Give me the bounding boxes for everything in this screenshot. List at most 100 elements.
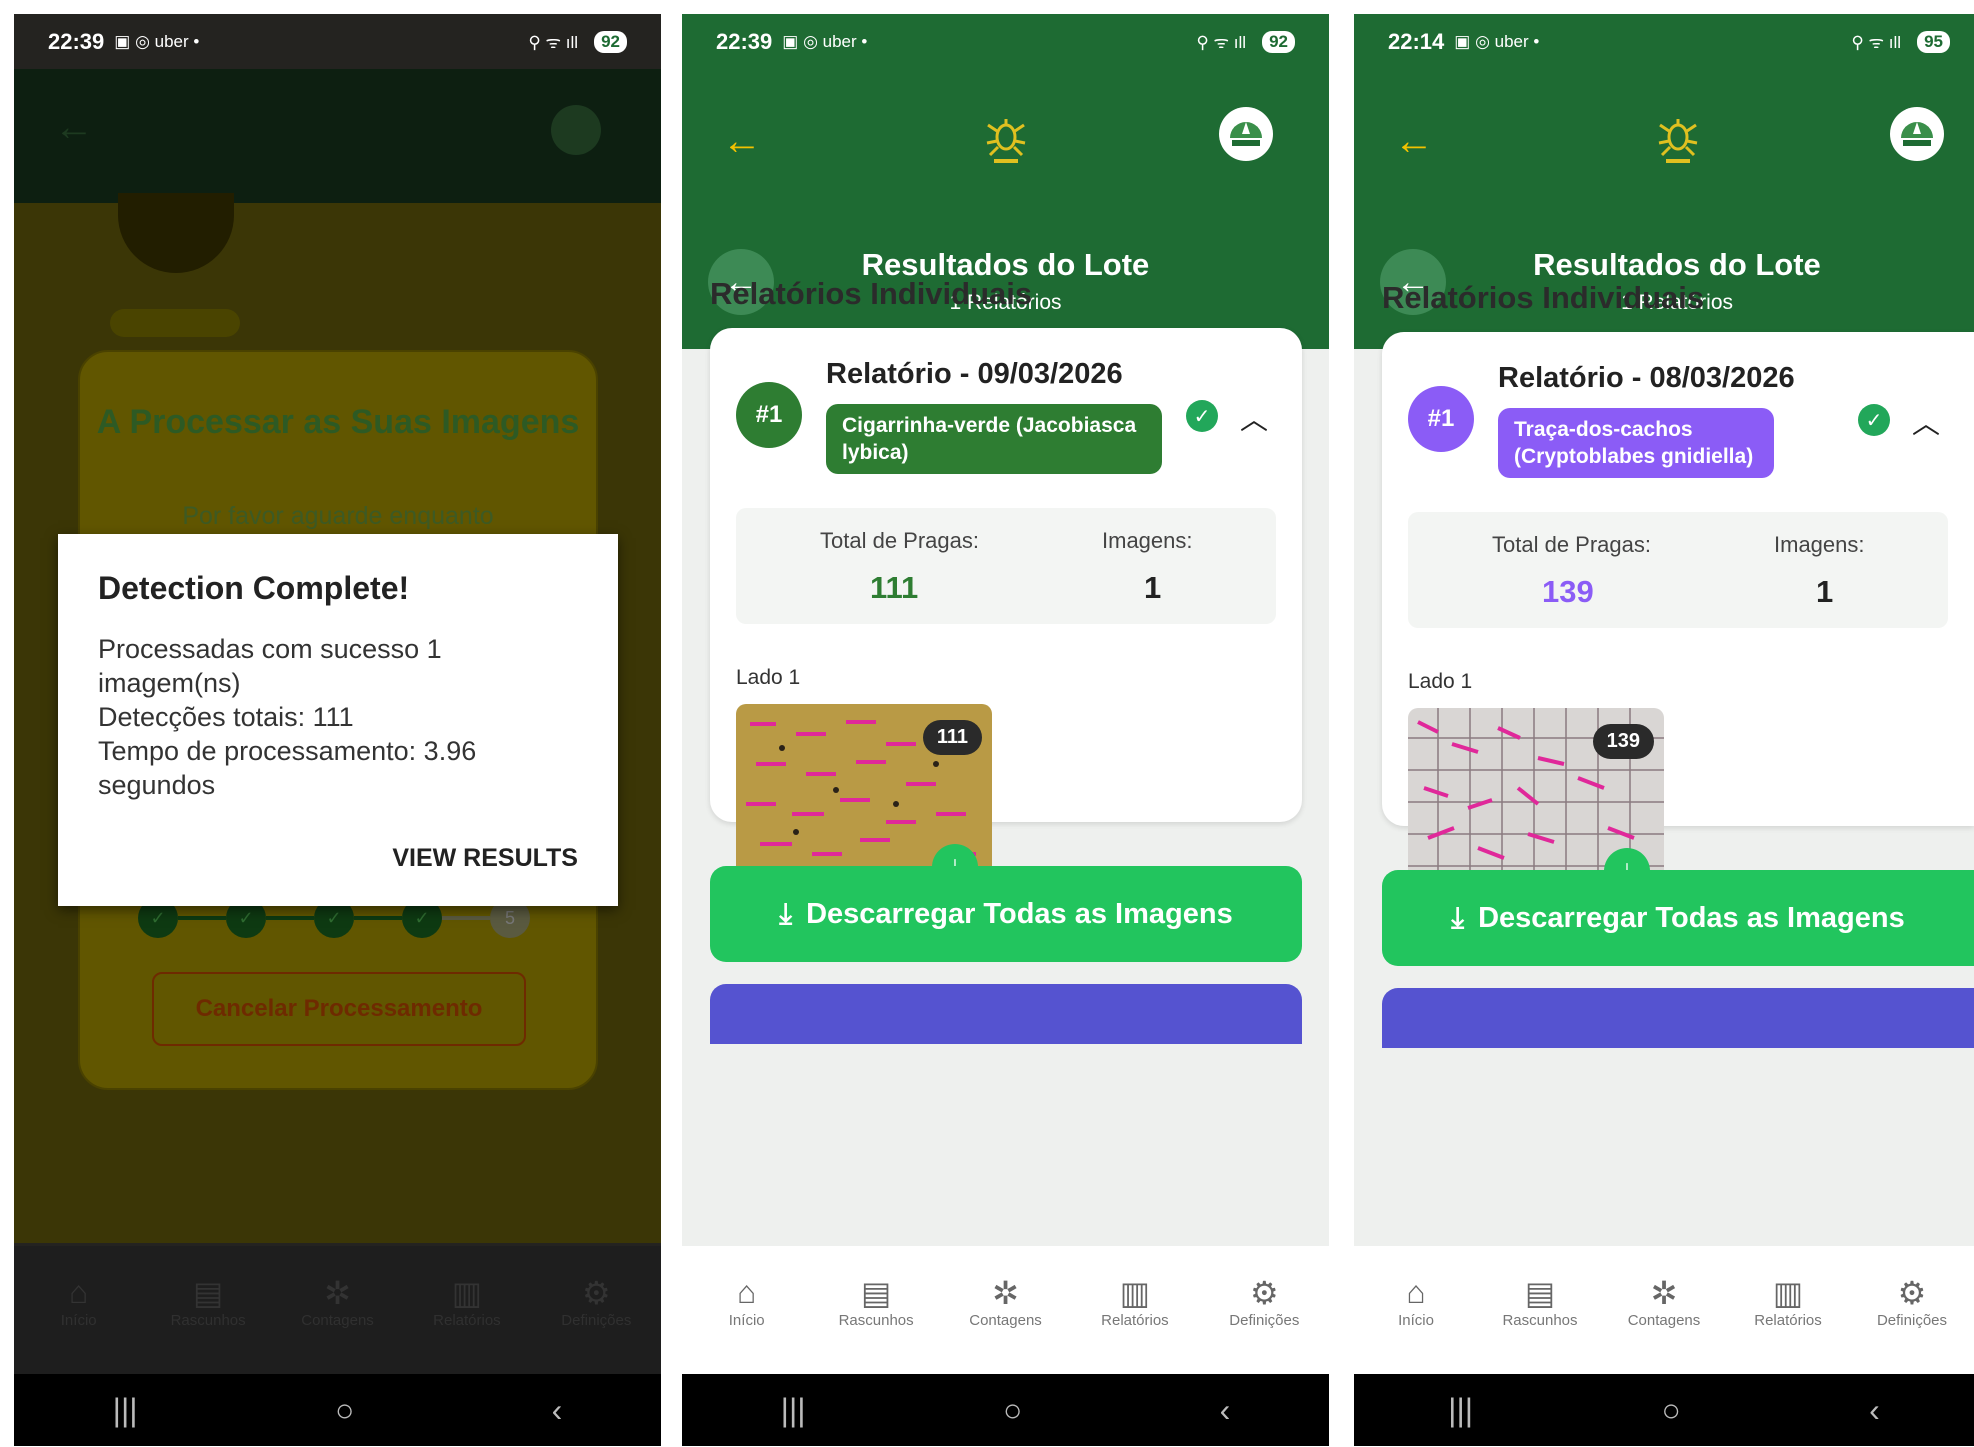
nav-item-reports[interactable]: ▥ Relatórios (1070, 1246, 1199, 1374)
side-label: Lado 1 (1408, 670, 1473, 693)
back-arrow-icon[interactable]: ← (722, 119, 762, 164)
recents-icon[interactable]: ||| (781, 1392, 806, 1429)
back-arrow-icon[interactable]: ← (1394, 119, 1434, 164)
images-value: 1 (1144, 570, 1162, 605)
nav-item-home[interactable]: ⌂ Início (14, 1246, 143, 1374)
nav-item-counts[interactable]: ✲ Contagens (1602, 1246, 1726, 1374)
nav-item-reports[interactable]: ▥ Relatórios (402, 1246, 531, 1374)
pest-tag: Cigarrinha-verde (Jacobiasca lybica) (826, 404, 1162, 474)
home-button-icon[interactable]: ○ (1661, 1392, 1680, 1429)
nav-item-drafts[interactable]: ▤ Rascunhos (811, 1246, 940, 1374)
check-icon: ✓ (1186, 400, 1218, 432)
recents-icon[interactable]: ||| (1448, 1392, 1473, 1429)
system-back-icon[interactable]: ‹ (1220, 1392, 1231, 1429)
bar-chart-icon: ▥ (1119, 1275, 1151, 1311)
nav-item-settings[interactable]: ⚙ Definições (1850, 1246, 1974, 1374)
nav-item-settings[interactable]: ⚙ Definições (1200, 1246, 1329, 1374)
report-stats: Total de Pragas: 111 Imagens: 1 (736, 508, 1276, 624)
upload-chip (110, 309, 240, 337)
brand-logo-icon (1890, 107, 1944, 161)
report-title: Relatório - 09/03/2026 (826, 358, 1123, 390)
home-button-icon[interactable]: ○ (335, 1392, 354, 1429)
cancel-processing-button[interactable]: Cancelar Processamento (152, 972, 526, 1046)
nav-item-home[interactable]: ⌂ Início (1354, 1246, 1478, 1374)
detection-complete-dialog: Detection Complete! Processadas com suce… (58, 534, 618, 906)
chevron-up-icon[interactable]: ︿ (1912, 402, 1940, 442)
gear-icon: ⚙ (1249, 1275, 1279, 1311)
bug-logo-icon (976, 109, 1036, 169)
pest-tag: Traça-dos-cachos (Cryptoblabes gnidiella… (1498, 408, 1774, 478)
download-all-label: Descarregar Todas as Imagens (806, 897, 1233, 930)
status-notification-icons: ▣ ◎ uber • (114, 31, 200, 51)
download-icon: ⤓ (1451, 901, 1465, 934)
status-time: 22:39 (48, 28, 105, 54)
detection-count-badge: 111 (922, 720, 982, 755)
status-time: 22:14 (1388, 28, 1445, 54)
page-title: Resultados do Lote (1533, 247, 1821, 282)
secondary-action-button[interactable] (1382, 988, 1974, 1048)
nav-item-home[interactable]: ⌂ Início (682, 1246, 811, 1374)
total-pests-value: 111 (870, 570, 919, 605)
view-results-button[interactable]: VIEW RESULTS (392, 844, 578, 873)
report-number-badge: #1 (736, 382, 802, 448)
download-all-button[interactable]: ⤓ Descarregar Todas as Imagens (710, 866, 1302, 962)
processing-title: A Processar as Suas Imagens (96, 403, 580, 441)
bug-icon: ✲ (992, 1275, 1019, 1311)
status-bar: 22:39 ▣ ◎ uber • ⚲ ᯤ ıll 92 (682, 14, 1329, 69)
nav-item-reports[interactable]: ▥ Relatórios (1726, 1246, 1850, 1374)
status-notification-icons: ▣ ◎ uber • (1454, 31, 1540, 51)
app-header-dimmed: ← (14, 69, 661, 203)
status-time: 22:39 (716, 28, 773, 54)
status-bar: 22:14 ▣ ◎ uber • ⚲ ᯤ ıll 95 (1354, 14, 1974, 69)
chevron-up-icon[interactable]: ︿ (1240, 398, 1268, 438)
signal-icon: ⚲ ᯤ ıll (1196, 33, 1247, 52)
report-card: #1 Relatório - 09/03/2026 Cigarrinha-ver… (710, 328, 1302, 904)
system-back-icon[interactable]: ‹ (552, 1392, 563, 1429)
battery-indicator: 95 (1917, 30, 1950, 53)
nav-item-settings[interactable]: ⚙ Definições (532, 1246, 661, 1374)
home-button-icon[interactable]: ○ (1003, 1392, 1022, 1429)
system-back-icon[interactable]: ‹ (1869, 1392, 1880, 1429)
download-all-button[interactable]: ⤓ Descarregar Todas as Imagens (1382, 870, 1974, 966)
total-pests-value: 139 (1542, 574, 1594, 609)
bug-icon: ✲ (1650, 1275, 1678, 1311)
report-number-badge: #1 (1408, 386, 1474, 452)
nav-item-drafts[interactable]: ▤ Rascunhos (143, 1246, 272, 1374)
report-title: Relatório - 08/03/2026 (1498, 362, 1795, 394)
signal-icon: ⚲ ᯤ ıll (528, 33, 579, 52)
phone-screen-processing: 22:39 ▣ ◎ uber • ⚲ ᯤ ıll 92 ← A Processa… (14, 14, 661, 1446)
side-label: Lado 1 (736, 666, 801, 689)
bar-chart-icon: ▥ (451, 1275, 483, 1311)
secondary-action-button[interactable] (710, 984, 1302, 1044)
system-nav-bar: ||| ○ ‹ (1354, 1374, 1974, 1446)
check-icon: ✓ (1858, 404, 1890, 436)
status-notification-icons: ▣ ◎ uber • (782, 31, 868, 51)
document-icon: ▤ (1524, 1275, 1556, 1311)
system-nav-bar: ||| ○ ‹ (682, 1374, 1329, 1446)
battery-indicator: 92 (594, 30, 627, 53)
nav-item-counts[interactable]: ✲ Contagens (941, 1246, 1070, 1374)
section-title: Relatórios Individuais (1382, 280, 1705, 315)
images-value: 1 (1816, 574, 1834, 609)
phone-screen-results-purple: 22:14 ▣ ◎ uber • ⚲ ᯤ ıll 95 ← ← Resultad… (1354, 14, 1974, 1446)
report-stats: Total de Pragas: 139 Imagens: 1 (1408, 512, 1948, 628)
phone-screen-results-green: 22:39 ▣ ◎ uber • ⚲ ᯤ ıll 92 ← ← Resultad… (682, 14, 1329, 1446)
home-icon: ⌂ (1406, 1274, 1426, 1310)
back-arrow-icon[interactable]: ← (54, 105, 94, 150)
total-pests-label: Total de Pragas: (820, 528, 979, 553)
download-all-label: Descarregar Todas as Imagens (1478, 901, 1905, 934)
system-nav-bar: ||| ○ ‹ (14, 1374, 661, 1446)
recents-icon[interactable]: ||| (113, 1392, 138, 1429)
signal-icon: ⚲ ᯤ ıll (1851, 33, 1902, 52)
document-icon: ▤ (860, 1275, 892, 1311)
gear-icon: ⚙ (581, 1275, 611, 1311)
document-icon: ▤ (192, 1275, 224, 1311)
bug-icon: ✲ (324, 1275, 351, 1311)
status-bar: 22:39 ▣ ◎ uber • ⚲ ᯤ ıll 92 (14, 14, 661, 69)
bottom-nav-dimmed: ⌂ Início ▤ Rascunhos ✲ Contagens ▥ Relatório… (14, 1246, 661, 1374)
nav-item-counts[interactable]: ✲ Contagens (273, 1246, 402, 1374)
bottom-nav: ⌂ Início ▤ Rascunhos ✲ Contagens ▥ Relatório… (1354, 1246, 1974, 1374)
nav-item-drafts[interactable]: ▤ Rascunhos (1478, 1246, 1602, 1374)
battery-indicator: 92 (1262, 30, 1295, 53)
images-label: Imagens: (1774, 532, 1865, 557)
